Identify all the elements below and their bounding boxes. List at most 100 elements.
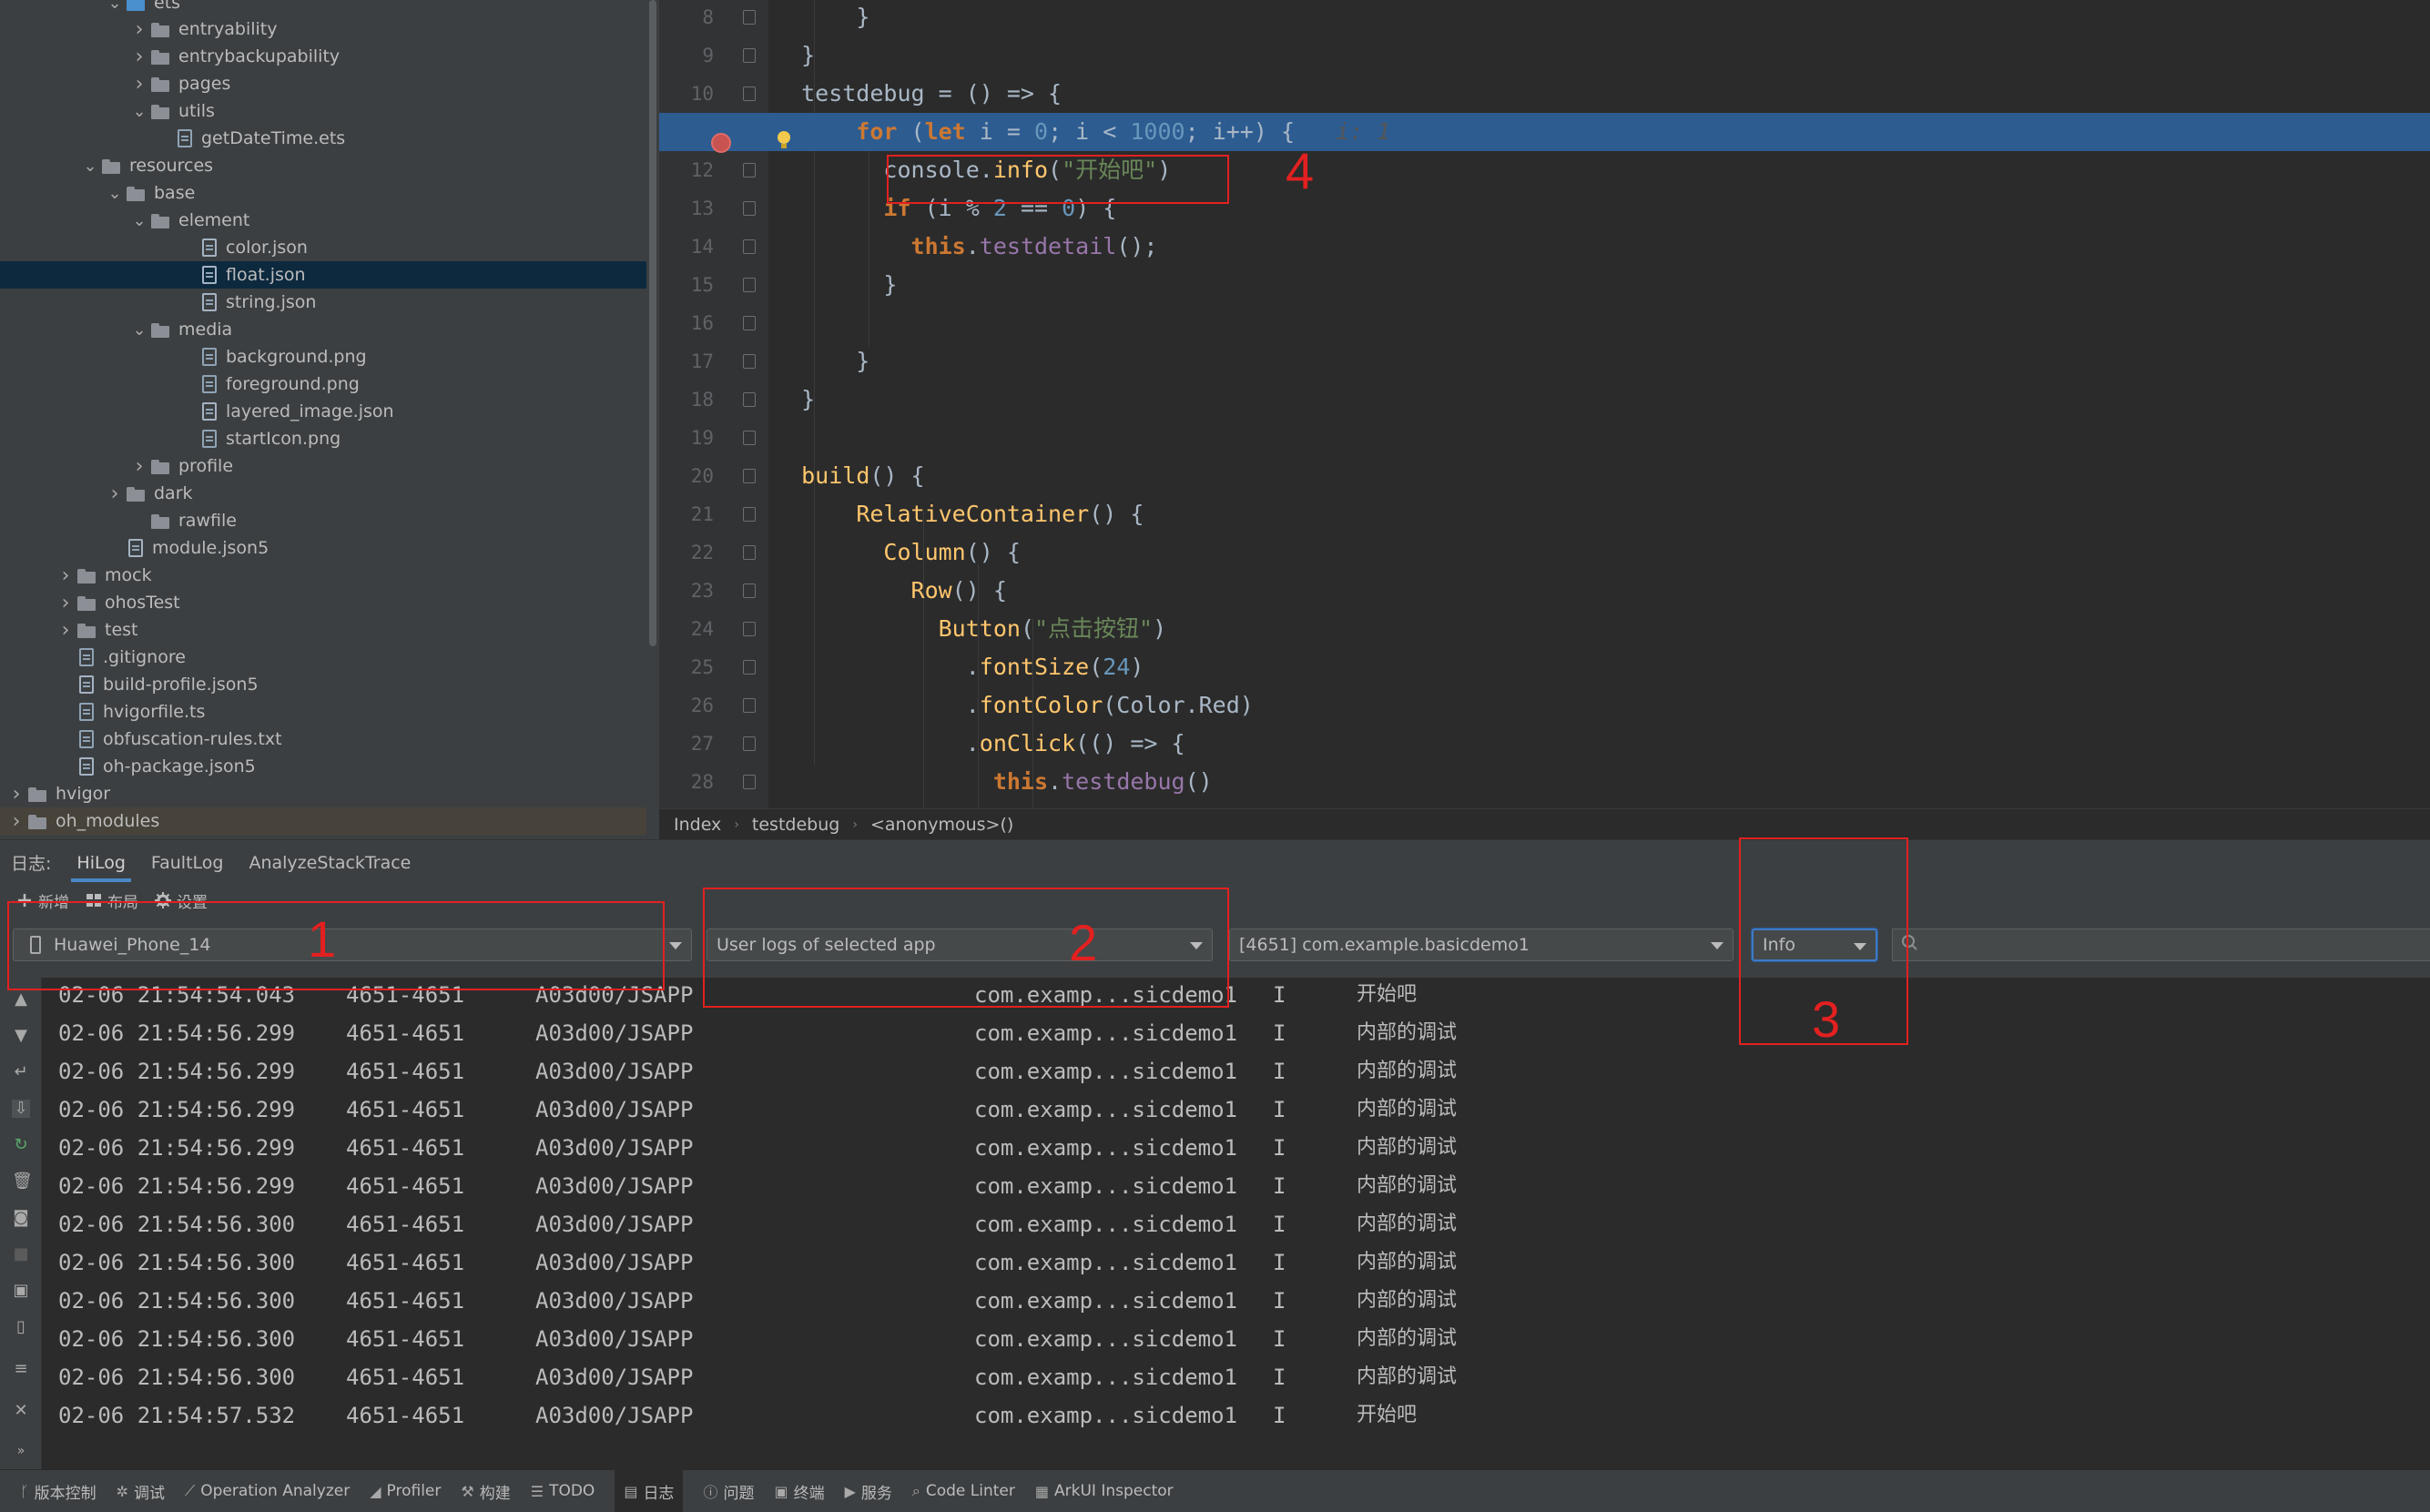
line-number[interactable]: 23 — [659, 572, 714, 610]
toolwindow-button[interactable]: ◢ Profiler — [370, 1482, 441, 1500]
tree-item[interactable]: › dark — [0, 480, 646, 507]
code-line[interactable]: this.testdebug() — [768, 763, 2430, 801]
log-row[interactable]: 02-06 21:54:56.299 4651-4651 A03d00/JSAPP c… — [58, 1129, 2416, 1167]
log-row[interactable]: 02-06 21:54:56.300 4651-4651 A03d00/JSAPP c… — [58, 1243, 2416, 1282]
log-row[interactable]: 02-06 21:54:56.299 4651-4651 A03d00/JSAPP c… — [58, 1052, 2416, 1091]
code-editor[interactable]: 8910111213141516171819202122232425262728… — [659, 0, 2430, 808]
log-row[interactable]: 02-06 21:54:56.300 4651-4651 A03d00/JSAPP c… — [58, 1320, 2416, 1358]
tree-item[interactable]: layered_image.json — [0, 398, 646, 425]
log-row[interactable]: 02-06 21:54:57.532 4651-4651 A03d00/JSAPP c… — [58, 1396, 2416, 1435]
fold-marker-icon[interactable] — [743, 201, 756, 216]
toolwindow-button[interactable]: ☰ TODO — [531, 1482, 595, 1500]
lightbulb-icon[interactable] — [776, 131, 792, 151]
tree-item[interactable]: oh-package.json5 — [0, 753, 646, 780]
code-line[interactable]: .fontColor(Color.Red) — [768, 686, 2430, 725]
line-number[interactable]: 16 — [659, 304, 714, 342]
tab-hilog[interactable]: HiLog — [71, 840, 131, 886]
soft-wrap-icon[interactable]: ↵ — [12, 1063, 30, 1081]
code-line[interactable]: Column() { — [768, 533, 2430, 572]
line-number[interactable]: 12 — [659, 151, 714, 189]
chevron-down-icon[interactable]: ⌄ — [80, 157, 100, 176]
line-number[interactable]: 17 — [659, 342, 714, 381]
tree-item[interactable]: obfuscation-rules.txt — [0, 726, 646, 753]
tab-faultlog[interactable]: FaultLog — [151, 840, 224, 886]
toolwindow-button[interactable]: ✲ 调试 — [117, 1480, 165, 1503]
tree-item[interactable]: › ohosTest — [0, 589, 646, 616]
breadcrumb-item[interactable]: testdebug — [752, 815, 839, 835]
fold-marker-icon[interactable] — [743, 545, 756, 560]
code-line[interactable]: RelativeContainer() { — [768, 495, 2430, 533]
device-icon[interactable]: ▯ — [12, 1318, 30, 1336]
toolwindow-button[interactable]: ▣ 终端 — [774, 1480, 824, 1503]
line-number[interactable]: 18 — [659, 381, 714, 419]
code-line[interactable]: } — [768, 342, 2430, 381]
code-line[interactable]: testdebug = () => { — [768, 75, 2430, 113]
process-select[interactable]: [4651] com.example.basicdemo1 — [1229, 929, 1734, 961]
code-line[interactable]: this.testdetail(); — [768, 228, 2430, 266]
line-number[interactable]: 25 — [659, 648, 714, 686]
tree-item[interactable]: build-profile.json5 — [0, 671, 646, 698]
breadcrumb-item[interactable]: Index — [674, 815, 721, 835]
fold-marker-icon[interactable] — [743, 469, 756, 483]
chevron-right-icon[interactable]: › — [129, 455, 149, 478]
log-row[interactable]: 02-06 21:54:56.300 4651-4651 A03d00/JSAPP c… — [58, 1205, 2416, 1243]
line-number[interactable]: 26 — [659, 686, 714, 725]
toolwindow-button[interactable]: ⌕ Code Linter — [912, 1482, 1015, 1500]
trash-icon[interactable]: 🗑 — [12, 1172, 33, 1191]
tree-item[interactable]: float.json — [0, 261, 646, 289]
fold-marker-icon[interactable] — [743, 316, 756, 330]
code-line[interactable]: .onClick(() => { — [768, 725, 2430, 763]
code-line[interactable] — [768, 304, 2430, 342]
toolwindow-button[interactable]: ⓘ 问题 — [703, 1480, 754, 1503]
chevron-right-icon[interactable]: › — [129, 18, 149, 41]
tree-item[interactable]: › hvigor — [0, 780, 646, 807]
project-tree-scrollbar[interactable] — [646, 0, 659, 839]
scrollbar-thumb[interactable] — [649, 0, 656, 646]
toolwindow-button[interactable]: ⚒ 构建 — [461, 1480, 510, 1503]
chevron-down-icon[interactable]: ⌄ — [129, 102, 149, 121]
chevron-right-icon[interactable]: › — [56, 592, 76, 614]
tree-item[interactable]: ⌄ element — [0, 207, 646, 234]
camera-icon[interactable]: ◙ — [12, 1209, 30, 1227]
chevron-right-icon[interactable]: › — [56, 619, 76, 642]
code-line[interactable] — [768, 419, 2430, 457]
log-row[interactable]: 02-06 21:54:56.299 4651-4651 A03d00/JSAPP c… — [58, 1167, 2416, 1205]
line-number[interactable]: 19 — [659, 419, 714, 457]
tree-item[interactable]: › oh_modules — [0, 807, 646, 835]
tree-item[interactable]: › entryability — [0, 15, 646, 43]
toolwindow-button[interactable]: ᚴ 版本控制 — [20, 1480, 97, 1503]
tree-item[interactable]: ⌄ utils — [0, 97, 646, 125]
tree-item[interactable]: foreground.png — [0, 370, 646, 398]
line-number[interactable]: 28 — [659, 763, 714, 801]
scroll-down-icon[interactable]: ▼ — [12, 1027, 30, 1045]
tree-item[interactable]: module.json5 — [0, 534, 646, 562]
chevron-right-icon[interactable]: › — [6, 783, 26, 806]
chevron-right-icon[interactable]: › — [129, 46, 149, 68]
log-row[interactable]: 02-06 21:54:56.300 4651-4651 A03d00/JSAPP c… — [58, 1282, 2416, 1320]
more-icon[interactable]: » — [12, 1442, 30, 1460]
tree-item[interactable]: › entrybackupability — [0, 43, 646, 70]
line-number[interactable]: 10 — [659, 75, 714, 113]
tree-item[interactable]: › test — [0, 616, 646, 644]
code-line[interactable]: build() { — [768, 457, 2430, 495]
scroll-to-end-icon[interactable]: ⇩ — [12, 1100, 30, 1118]
tree-item[interactable]: ⌄ resources — [0, 152, 646, 179]
line-number[interactable]: 13 — [659, 189, 714, 228]
breakpoint-icon[interactable] — [711, 133, 731, 153]
tree-item[interactable]: › mock — [0, 562, 646, 589]
tree-item[interactable]: startIcon.png — [0, 425, 646, 452]
chevron-down-icon[interactable]: ⌄ — [105, 184, 125, 203]
fold-marker-icon[interactable] — [743, 10, 756, 25]
tree-item[interactable]: .gitignore — [0, 644, 646, 671]
code-line[interactable]: } — [768, 36, 2430, 75]
fold-marker-icon[interactable] — [743, 431, 756, 445]
fold-marker-icon[interactable] — [743, 392, 756, 407]
tree-item[interactable]: string.json — [0, 289, 646, 316]
line-number[interactable]: 20 — [659, 457, 714, 495]
tree-item[interactable]: ⌄ ets — [0, 0, 646, 16]
fold-marker-icon[interactable] — [743, 775, 756, 789]
code-line[interactable]: } — [768, 381, 2430, 419]
chevron-down-icon[interactable]: ⌄ — [129, 320, 149, 340]
tree-item[interactable]: background.png — [0, 343, 646, 370]
line-number[interactable]: 14 — [659, 228, 714, 266]
